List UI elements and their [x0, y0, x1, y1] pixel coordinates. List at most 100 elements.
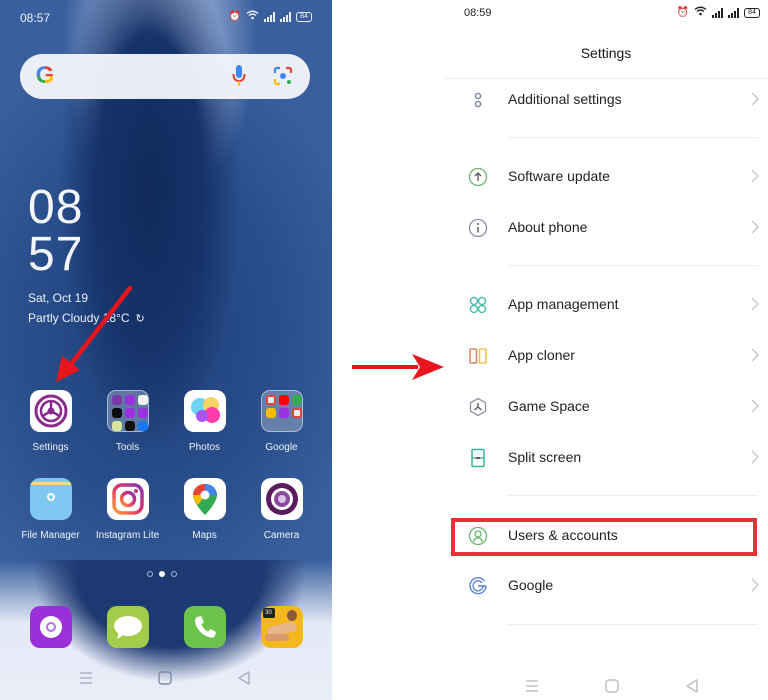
settings-item-label: App management [508, 296, 619, 312]
page-indicator [147, 571, 177, 577]
app-label: Settings [32, 442, 69, 453]
settings-screen: 08:59 ⏰ 84 Settings Additional settings … [444, 0, 768, 700]
settings-item-label: App cloner [508, 347, 575, 363]
app-label: Photos [188, 442, 221, 453]
home-clock[interactable]: 08 57 [28, 181, 84, 279]
settings-item-label: Game Space [508, 398, 590, 414]
menu-icon[interactable] [522, 676, 542, 696]
fitness-icon: 30 [260, 606, 303, 648]
signal-icon [264, 12, 275, 22]
google-icon [469, 577, 487, 595]
clock-hour: 08 [28, 181, 84, 234]
settings-item-software-update[interactable]: Software update [444, 157, 768, 197]
chevron-right-icon [751, 399, 759, 413]
navigation-bar [444, 676, 768, 700]
page-dot-active[interactable] [159, 571, 165, 577]
alarm-icon: ⏰ [228, 11, 241, 22]
app-folder-google[interactable]: Google [243, 390, 320, 453]
settings-icon [29, 390, 72, 432]
back-icon[interactable] [682, 676, 702, 696]
chevron-right-icon [751, 578, 759, 592]
split-screen-icon [471, 448, 485, 468]
instagram-icon [106, 478, 149, 520]
game-space-icon [469, 397, 487, 417]
home-icon[interactable] [602, 676, 622, 696]
wifi-icon [694, 6, 707, 20]
page-dot[interactable] [147, 571, 153, 577]
settings-item-label: Split screen [508, 449, 582, 465]
maps-icon [183, 478, 226, 520]
chevron-right-icon [751, 169, 759, 183]
divider [508, 624, 758, 625]
annotation-arrow-right [352, 354, 444, 380]
messages-icon [106, 606, 149, 648]
battery-icon: 84 [296, 12, 312, 22]
status-time: 08:59 [464, 7, 492, 19]
app-label: File Manager [21, 530, 80, 541]
annotation-highlight-box [451, 518, 757, 556]
annotation-arrow-diagonal [56, 285, 133, 382]
alarm-icon: ⏰ [676, 7, 689, 18]
folder-icon [106, 390, 149, 432]
dock-app-messages[interactable] [89, 606, 166, 648]
home-icon[interactable] [155, 668, 175, 688]
chevron-right-icon [751, 92, 759, 106]
divider [508, 137, 758, 138]
settings-item-split-screen[interactable]: Split screen [444, 438, 768, 478]
phone-icon [183, 606, 226, 648]
status-bar: 08:59 ⏰ 84 [444, 0, 768, 26]
menu-icon[interactable] [76, 668, 96, 688]
settings-item-about-phone[interactable]: About phone [444, 208, 768, 248]
status-bar: 08:57 ⏰ 84 [0, 0, 332, 34]
app-label: Instagram Lite [95, 530, 160, 541]
app-file-manager[interactable]: File Manager [12, 478, 89, 541]
signal-icon [728, 8, 739, 18]
app-folder-tools[interactable]: Tools [89, 390, 166, 453]
app-cloner-icon [469, 348, 487, 364]
app-label: Tools [115, 442, 140, 453]
file-manager-icon [29, 478, 72, 520]
settings-item-label: Software update [508, 168, 610, 184]
app-settings[interactable]: Settings [12, 390, 89, 453]
page-title: Settings [580, 45, 632, 61]
info-icon [468, 218, 488, 238]
app-label: Google [265, 442, 298, 453]
dock-app-fitness[interactable]: 30 [243, 606, 320, 648]
settings-item-game-space[interactable]: Game Space [444, 387, 768, 427]
app-label: Camera [263, 530, 300, 541]
page-dot[interactable] [171, 571, 177, 577]
signal-icon [712, 8, 723, 18]
app-management-icon [469, 296, 487, 314]
folder-icon [260, 390, 303, 432]
software-update-icon [468, 167, 488, 187]
google-search-bar[interactable]: G [20, 54, 310, 99]
settings-item-additional-settings[interactable]: Additional settings [444, 80, 768, 120]
app-photos[interactable]: Photos [166, 390, 243, 453]
app-label: Maps [192, 530, 217, 541]
dock-app-browser[interactable] [12, 606, 89, 648]
app-camera[interactable]: Camera [243, 478, 320, 541]
microphone-icon[interactable] [232, 64, 246, 88]
divider [508, 265, 758, 266]
dock-app-phone[interactable] [166, 606, 243, 648]
fitness-badge: 30 [262, 608, 275, 618]
wifi-icon [246, 10, 259, 24]
google-g-icon: G [31, 62, 59, 90]
status-time: 08:57 [20, 11, 51, 25]
google-lens-icon[interactable] [273, 66, 293, 86]
settings-item-app-management[interactable]: App management [444, 285, 768, 325]
divider [444, 78, 768, 79]
chevron-right-icon [751, 220, 759, 234]
photos-icon [183, 390, 226, 432]
app-instagram-lite[interactable]: Instagram Lite [89, 478, 166, 541]
back-icon[interactable] [234, 668, 254, 688]
browser-icon [29, 606, 72, 648]
settings-item-google[interactable]: Google [444, 566, 768, 606]
app-maps[interactable]: Maps [166, 478, 243, 541]
settings-item-label: Google [508, 577, 554, 593]
battery-icon: 84 [744, 8, 760, 18]
dock: 30 [12, 606, 320, 648]
settings-item-app-cloner[interactable]: App cloner [444, 336, 768, 376]
divider [508, 495, 758, 496]
settings-item-label: About phone [508, 219, 588, 235]
